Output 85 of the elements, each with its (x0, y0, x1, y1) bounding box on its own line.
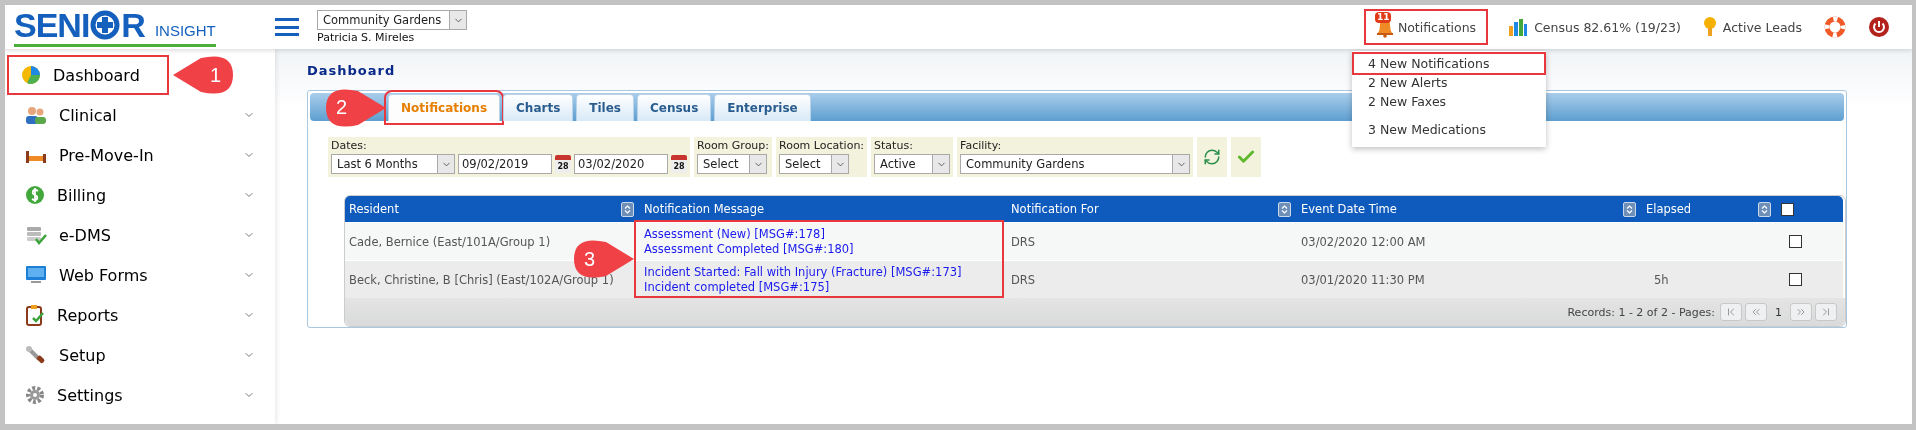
tab[interactable]: Enterprise (714, 94, 811, 121)
double-chevron-left-icon (1750, 306, 1762, 318)
tab[interactable]: Charts (503, 94, 574, 121)
date-field[interactable]: 03/02/2020 (574, 154, 668, 174)
menu-item[interactable]: 2 New Faxes (1354, 92, 1544, 111)
sidebar-item[interactable]: e-DMS (9, 217, 267, 253)
stack-check-icon (25, 225, 47, 245)
table-cell: 03/02/2020 12:00 AM (1297, 222, 1642, 260)
column-header: Resident (345, 196, 640, 222)
room-location-select[interactable]: Select (779, 154, 849, 174)
chevron-down-icon (749, 155, 766, 173)
message-link[interactable]: Assessment Completed [MSG#:180] (644, 242, 854, 256)
chevron-down-icon (437, 155, 454, 173)
double-chevron-right-icon (1795, 306, 1807, 318)
sidebar-item[interactable]: Settings (9, 377, 267, 413)
table-cell: DRS (1007, 222, 1297, 260)
active-leads-link[interactable]: Active Leads (1722, 19, 1802, 35)
chevron-down-icon (932, 155, 950, 173)
count-badge: 11 (1374, 12, 1392, 23)
help-icon[interactable] (1824, 16, 1846, 38)
people-icon (25, 105, 47, 125)
menu-item[interactable]: 2 New Alerts (1354, 73, 1544, 92)
sidebar-item[interactable]: Pre-Move-In (9, 137, 267, 173)
chevron-down-icon (1172, 155, 1190, 173)
status-select[interactable]: Active (874, 154, 951, 174)
facility-filter-select[interactable]: Community Gardens (960, 154, 1191, 174)
sidebar-item[interactable]: Dashboard (9, 57, 167, 93)
tab[interactable]: Tiles (576, 94, 634, 121)
field-label: Room Location: (779, 139, 865, 152)
sidebar-item[interactable]: Billing (9, 177, 267, 213)
callout-marker: 1 (171, 55, 235, 95)
notifications-button[interactable]: 11 Notifications (1365, 11, 1487, 43)
message-link[interactable]: Incident Started: Fall with Injury (Fracture) [MSG#:173] (644, 265, 962, 279)
column-header: Notification For (1007, 196, 1297, 222)
refresh-icon[interactable] (1203, 148, 1222, 166)
sort-icon[interactable] (621, 201, 634, 217)
menu-item[interactable]: 4 New Notifications (1354, 54, 1544, 73)
row-checkbox[interactable] (1789, 273, 1802, 286)
bar-chart-icon (1508, 17, 1529, 37)
records-count: Records: 1 - 2 of 2 - Pages: (1567, 305, 1715, 319)
power-icon[interactable] (1868, 16, 1890, 38)
field-label: Facility: (960, 139, 1003, 152)
room-group-select[interactable]: Select (697, 154, 767, 174)
sidebar-item[interactable]: Web Forms (9, 257, 267, 293)
sort-icon[interactable] (1278, 201, 1291, 217)
field-label: Room Group: (697, 139, 769, 152)
first-page-icon (1725, 306, 1737, 318)
chevron-down-icon (831, 155, 848, 173)
user-name: Patricia S. Mireles (317, 31, 416, 44)
pie-chart-icon (21, 65, 41, 85)
sort-icon[interactable] (1623, 201, 1636, 217)
tab[interactable]: Census (637, 94, 712, 121)
gear-icon (25, 385, 45, 405)
column-header: Elapsed (1642, 196, 1777, 222)
column-header: Event Date Time (1297, 196, 1642, 222)
wrench-icon (25, 345, 47, 365)
date-range-select[interactable]: Last 6 Months (331, 154, 455, 174)
sort-icon[interactable] (1758, 201, 1771, 217)
chevron-down-icon (449, 11, 466, 29)
message-link[interactable]: Assessment (New) [MSG#:178] (644, 227, 825, 241)
field-label: Status: (874, 139, 914, 152)
sidebar-item[interactable]: Setup (9, 337, 267, 373)
census-link[interactable]: Census 82.61% (19/23) (1534, 19, 1681, 35)
last-page-icon (1820, 306, 1832, 318)
column-header: Notification Message (640, 196, 1007, 222)
menu-item[interactable]: 3 New Medications (1354, 120, 1544, 139)
clipboard-check-icon (25, 304, 45, 326)
row-checkbox[interactable] (1789, 235, 1802, 248)
facility-select[interactable]: Community Gardens (317, 10, 467, 30)
page-number[interactable]: 1 (1770, 305, 1787, 319)
lightbulb-icon (1702, 16, 1717, 38)
sidebar-item[interactable]: Clinical (9, 97, 267, 133)
date-field[interactable]: 09/02/2019 (458, 154, 552, 174)
dollar-icon (25, 185, 45, 205)
field-label: Dates: (331, 139, 368, 152)
callout-marker: 2 (324, 87, 388, 128)
table-cell: DRS (1007, 260, 1297, 298)
select-all-checkbox[interactable] (1781, 202, 1794, 216)
menu-icon[interactable] (275, 18, 299, 36)
message-link[interactable]: Incident completed [MSG#:175] (644, 280, 830, 294)
table-cell: 5h (1642, 260, 1777, 298)
sidebar-item[interactable]: Reports (9, 297, 267, 333)
page-title: Dashboard (307, 63, 396, 78)
table-cell: 03/01/2020 11:30 PM (1297, 260, 1642, 298)
monitor-icon (25, 265, 47, 285)
